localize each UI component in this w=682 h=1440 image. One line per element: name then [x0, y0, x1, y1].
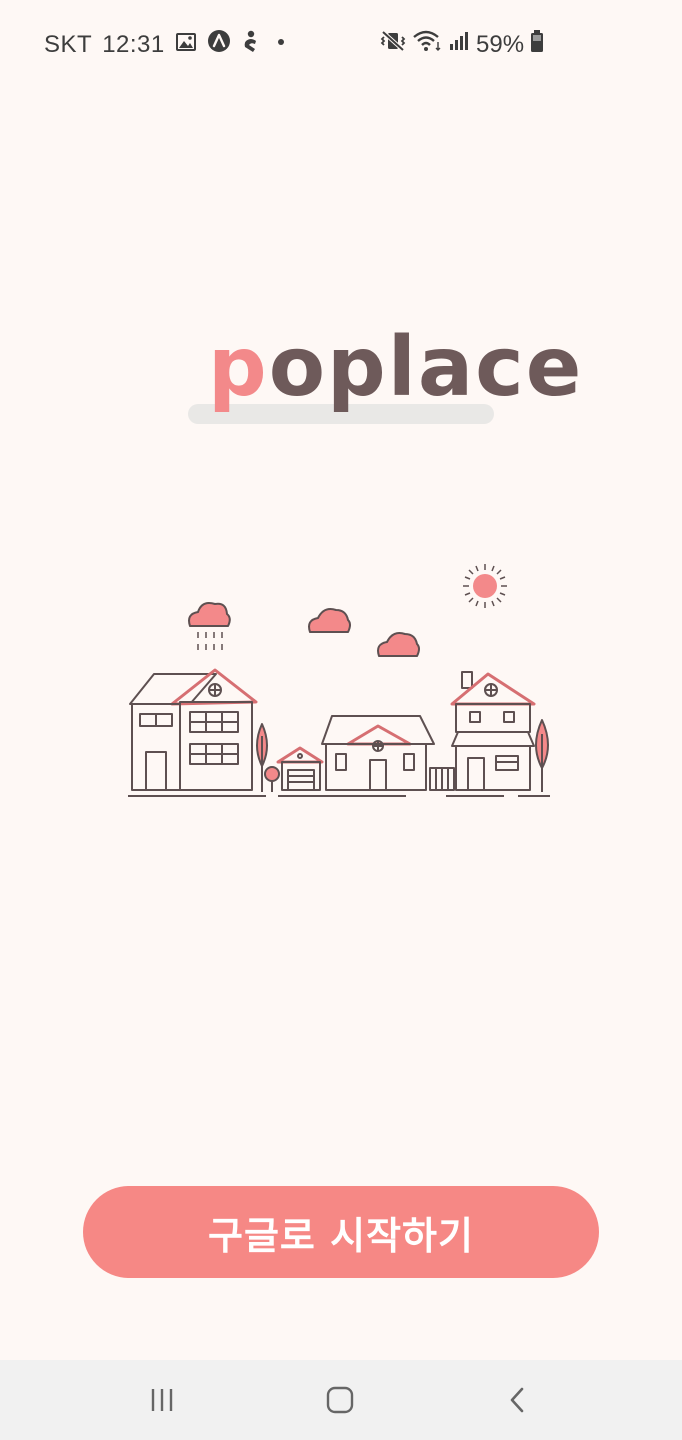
logo-wordmark: poplace: [208, 318, 583, 418]
tree-icon: [535, 719, 549, 792]
logo-rest: oplace: [268, 320, 584, 415]
logo-first-letter: p: [208, 320, 269, 415]
back-icon: [510, 1387, 524, 1413]
sun-icon: [463, 564, 507, 608]
navigation-bar: [0, 1360, 682, 1440]
battery-percent: 59%: [476, 30, 525, 58]
google-login-button[interactable]: 구글로 시작하기: [83, 1186, 599, 1278]
status-bar-right: 59%: [380, 29, 544, 60]
battery-icon: [530, 29, 544, 60]
notification-dot-icon: [271, 31, 291, 59]
carrier-label: SKT: [44, 30, 93, 58]
garage-icon: [276, 746, 324, 791]
image-icon: [175, 31, 197, 59]
recent-apps-button[interactable]: [140, 1380, 184, 1420]
cloud-icon: [377, 632, 420, 657]
house-icon: [129, 668, 258, 791]
house-icon: [321, 715, 455, 791]
status-bar: SKT 12:31 59%: [0, 0, 682, 88]
navigation-app-icon: [207, 29, 231, 60]
house-icon: [450, 671, 536, 791]
signal-icon: [448, 30, 470, 59]
recent-apps-icon: [151, 1389, 173, 1411]
status-bar-left: SKT 12:31: [44, 29, 291, 60]
app-logo: poplace: [186, 318, 581, 428]
cloud-icon: [308, 608, 351, 633]
home-icon: [326, 1386, 354, 1414]
wifi-icon: [412, 29, 442, 60]
rain-cloud-icon: [188, 602, 231, 650]
tree-icon: [264, 766, 280, 792]
clock: 12:31: [102, 30, 165, 58]
back-button[interactable]: [496, 1380, 540, 1420]
town-illustration: [120, 556, 560, 806]
tree-icon: [256, 723, 268, 792]
home-button[interactable]: [318, 1380, 362, 1420]
mute-vibrate-icon: [380, 29, 406, 60]
person-app-icon: [241, 29, 261, 60]
